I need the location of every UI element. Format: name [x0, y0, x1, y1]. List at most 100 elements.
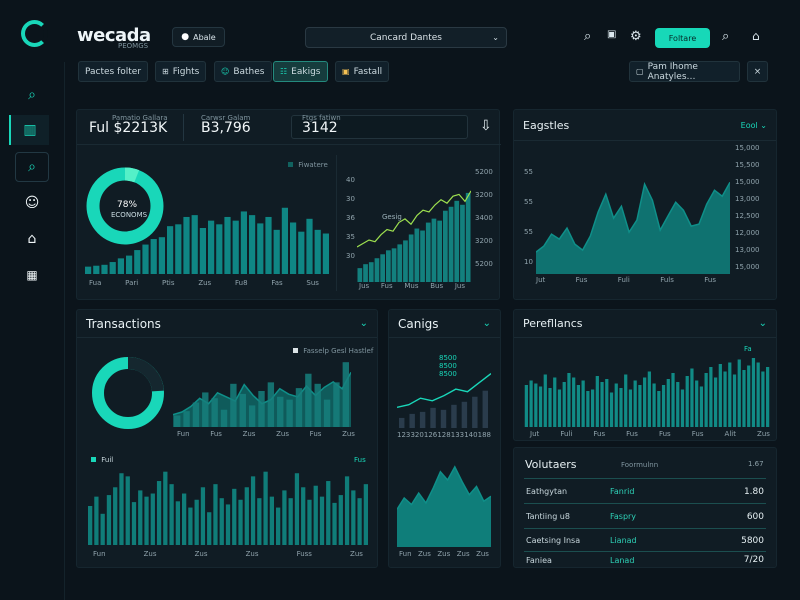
engagements-panel: Eagstles Eool ⌄ 55 55 55 10 15,000 15,500 15,… [513, 109, 777, 300]
summary-metric-1-value: Ful $2213K [89, 120, 168, 136]
table-row[interactable]: Faniea Lanad 7/20 [514, 552, 776, 568]
mini-bar [357, 268, 363, 282]
x-tick-label: Zus [198, 279, 212, 287]
x-tick-label: Jus [359, 282, 370, 290]
overview-bar [158, 237, 165, 274]
transactions-bottom-x-labels: Fun Zus Zus Zus Fuss Zus [93, 550, 363, 558]
search-icon[interactable]: ⌕ [584, 29, 591, 44]
app-store-button[interactable]: ● Abale [172, 27, 225, 47]
nav-search-chart-icon[interactable]: ⌕ [15, 152, 49, 182]
legend-swatch [91, 457, 96, 462]
chevron-down-icon[interactable]: ⌄ [483, 318, 491, 329]
x-tick-label: Fu8 [234, 279, 248, 287]
legend-swatch [293, 348, 298, 353]
download-icon[interactable]: ⇩ [480, 118, 492, 134]
overview-bar [183, 216, 190, 274]
transactions-bar [323, 399, 331, 427]
table-row[interactable]: Tantiing u8 Faspry 600 [514, 505, 776, 528]
transactions-bottom-bar [106, 495, 112, 545]
chevron-down-icon[interactable]: ⌄ [759, 318, 767, 329]
transactions-donut [92, 357, 164, 429]
y-tick-label: 55 [524, 168, 533, 176]
transactions-bar [202, 392, 209, 427]
performance-bar [557, 389, 562, 427]
y-tick-label: 13,000 [735, 246, 760, 254]
transactions-bar [230, 383, 237, 427]
filter-chip-3[interactable]: ☷ Eakigs [273, 61, 328, 82]
close-button[interactable]: × [747, 61, 768, 82]
overview-x-labels: Fua Pari Ptis Zus Fu8 Fas Sus [89, 279, 319, 287]
x-tick-label: Jus [454, 282, 465, 290]
volunteers-header-mid: Foormulnn [621, 461, 659, 469]
transactions-bar [258, 391, 265, 427]
x-tick-label: Alit [724, 430, 736, 438]
search-icon[interactable]: ⌕ [722, 29, 729, 44]
row-divider [524, 503, 766, 504]
overview-panel: Pamatio Gallara Ful $2213K Carwsr Galam … [76, 109, 501, 300]
filter-chip-1[interactable]: ⊞ Fights [155, 61, 207, 82]
table-row[interactable]: Caetsing Insa Lianad 5800 [514, 529, 776, 552]
performance-bar [548, 388, 552, 427]
primary-action-button[interactable]: Foltare [655, 28, 710, 48]
engagements-dropdown[interactable]: Eool ⌄ [741, 121, 767, 130]
transactions-bottom-bar [238, 499, 243, 545]
nav-lock-icon[interactable]: ⌂ [15, 224, 49, 254]
nav-analytics-icon[interactable]: ▥ [9, 115, 49, 145]
chevron-down-icon[interactable]: ⌄ [360, 318, 368, 329]
settings-icon[interactable]: ⚙ [630, 29, 642, 44]
x-tick-label: Zus [245, 550, 259, 558]
canigs-bar [419, 411, 426, 428]
transactions-bottom-bar [351, 490, 356, 545]
x-tick-label: Zus [194, 550, 208, 558]
performance-bar [534, 383, 538, 427]
analytics-filter[interactable]: ▢ Pam Ihome Anatyles… [629, 61, 740, 82]
performance-bar [647, 371, 651, 427]
filter-chip-4[interactable]: ▣ Fastall [335, 61, 390, 82]
transactions-bottom-bar [326, 481, 331, 545]
mini-divider [336, 155, 337, 291]
mini-bar [368, 262, 374, 282]
filter-chip-0[interactable]: Pactes folter [78, 61, 149, 82]
canigs-x-labels: 123 320 126 128 133 140 188 [397, 431, 491, 439]
x-tick-label: Fus [704, 276, 716, 284]
mini-bar [454, 200, 460, 282]
summary-row: Pamatio Gallara Ful $2213K Carwsr Galam … [77, 110, 501, 145]
x-tick-label: 126 [423, 431, 438, 439]
x-tick-label: 123 [397, 431, 411, 439]
x-tick-label: 133 [450, 431, 465, 439]
performance-bar [633, 380, 637, 427]
overview-bar [167, 226, 174, 274]
canigs-bar [482, 390, 488, 428]
transactions-bottom-bar [282, 490, 287, 545]
nav-grid-icon[interactable]: ▦ [15, 260, 49, 290]
nav-search-icon[interactable]: ⌕ [15, 80, 49, 110]
transactions-bar [305, 373, 312, 427]
transactions-bar [239, 393, 246, 427]
transactions-legend: Fasselp Gesl Hastlef [293, 347, 373, 355]
mini-bar [414, 228, 420, 282]
x-tick-label: 320 [410, 431, 424, 439]
x-tick-label: Mus [404, 282, 419, 290]
home-icon[interactable]: ⌂ [752, 29, 760, 43]
nav-emotion-icon[interactable]: ☺ [15, 188, 49, 218]
transactions-bottom-bar [119, 473, 124, 545]
x-tick-label: Zus [476, 550, 489, 558]
overview-bar [257, 223, 264, 274]
transactions-bottom-legend: Fuil [91, 456, 113, 464]
performance-bar [581, 380, 585, 427]
x-tick-label: Fus [309, 430, 322, 438]
canigs-title: Canigs [398, 316, 439, 331]
performance-bar [572, 377, 576, 427]
filter-chip-2[interactable]: ☺ Bathes [214, 61, 272, 82]
overview-bar [298, 231, 305, 274]
mini-chart-tag: Gesig [382, 213, 402, 221]
search-bar[interactable]: Cancard Dantes ⌄ [305, 27, 507, 48]
performance-bar [666, 379, 670, 427]
overview-bar [117, 258, 124, 274]
y-tick-label: 5200 [475, 260, 493, 268]
calendar-icon[interactable]: ▣ [607, 29, 616, 40]
table-row[interactable]: Eathgytan Fanrid 1.80 [514, 480, 776, 503]
x-tick-label: Fus [210, 430, 222, 438]
row-divider [524, 478, 766, 479]
volunteers-panel: Volutaers Foormulnn 1.67 Eathgytan Fanri… [513, 447, 777, 568]
